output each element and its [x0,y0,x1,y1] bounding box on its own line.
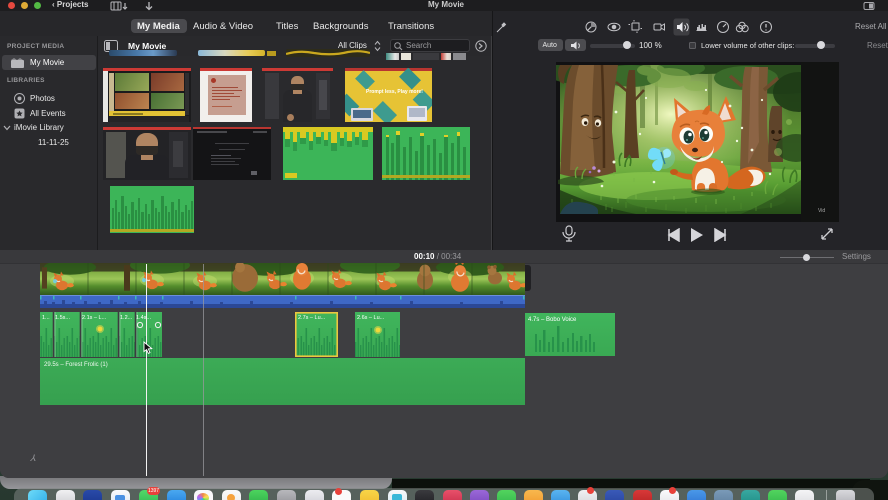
svg-text:Vid: Vid [818,208,825,214]
svg-text:1.2...: 1.2... [120,315,133,321]
svg-text:1.5s...: 1.5s... [55,315,70,321]
svg-text:1...: 1... [42,315,50,321]
svg-text:2.7s – Lu...: 2.7s – Lu... [298,315,326,321]
svg-text:4.7s – Bobo Voice: 4.7s – Bobo Voice [528,317,577,323]
svg-text:2.6s – Lu...: 2.6s – Lu... [357,315,385,321]
svg-text:1.4s...: 1.4s... [136,315,151,321]
svg-text:2.1s – L...: 2.1s – L... [82,315,107,321]
